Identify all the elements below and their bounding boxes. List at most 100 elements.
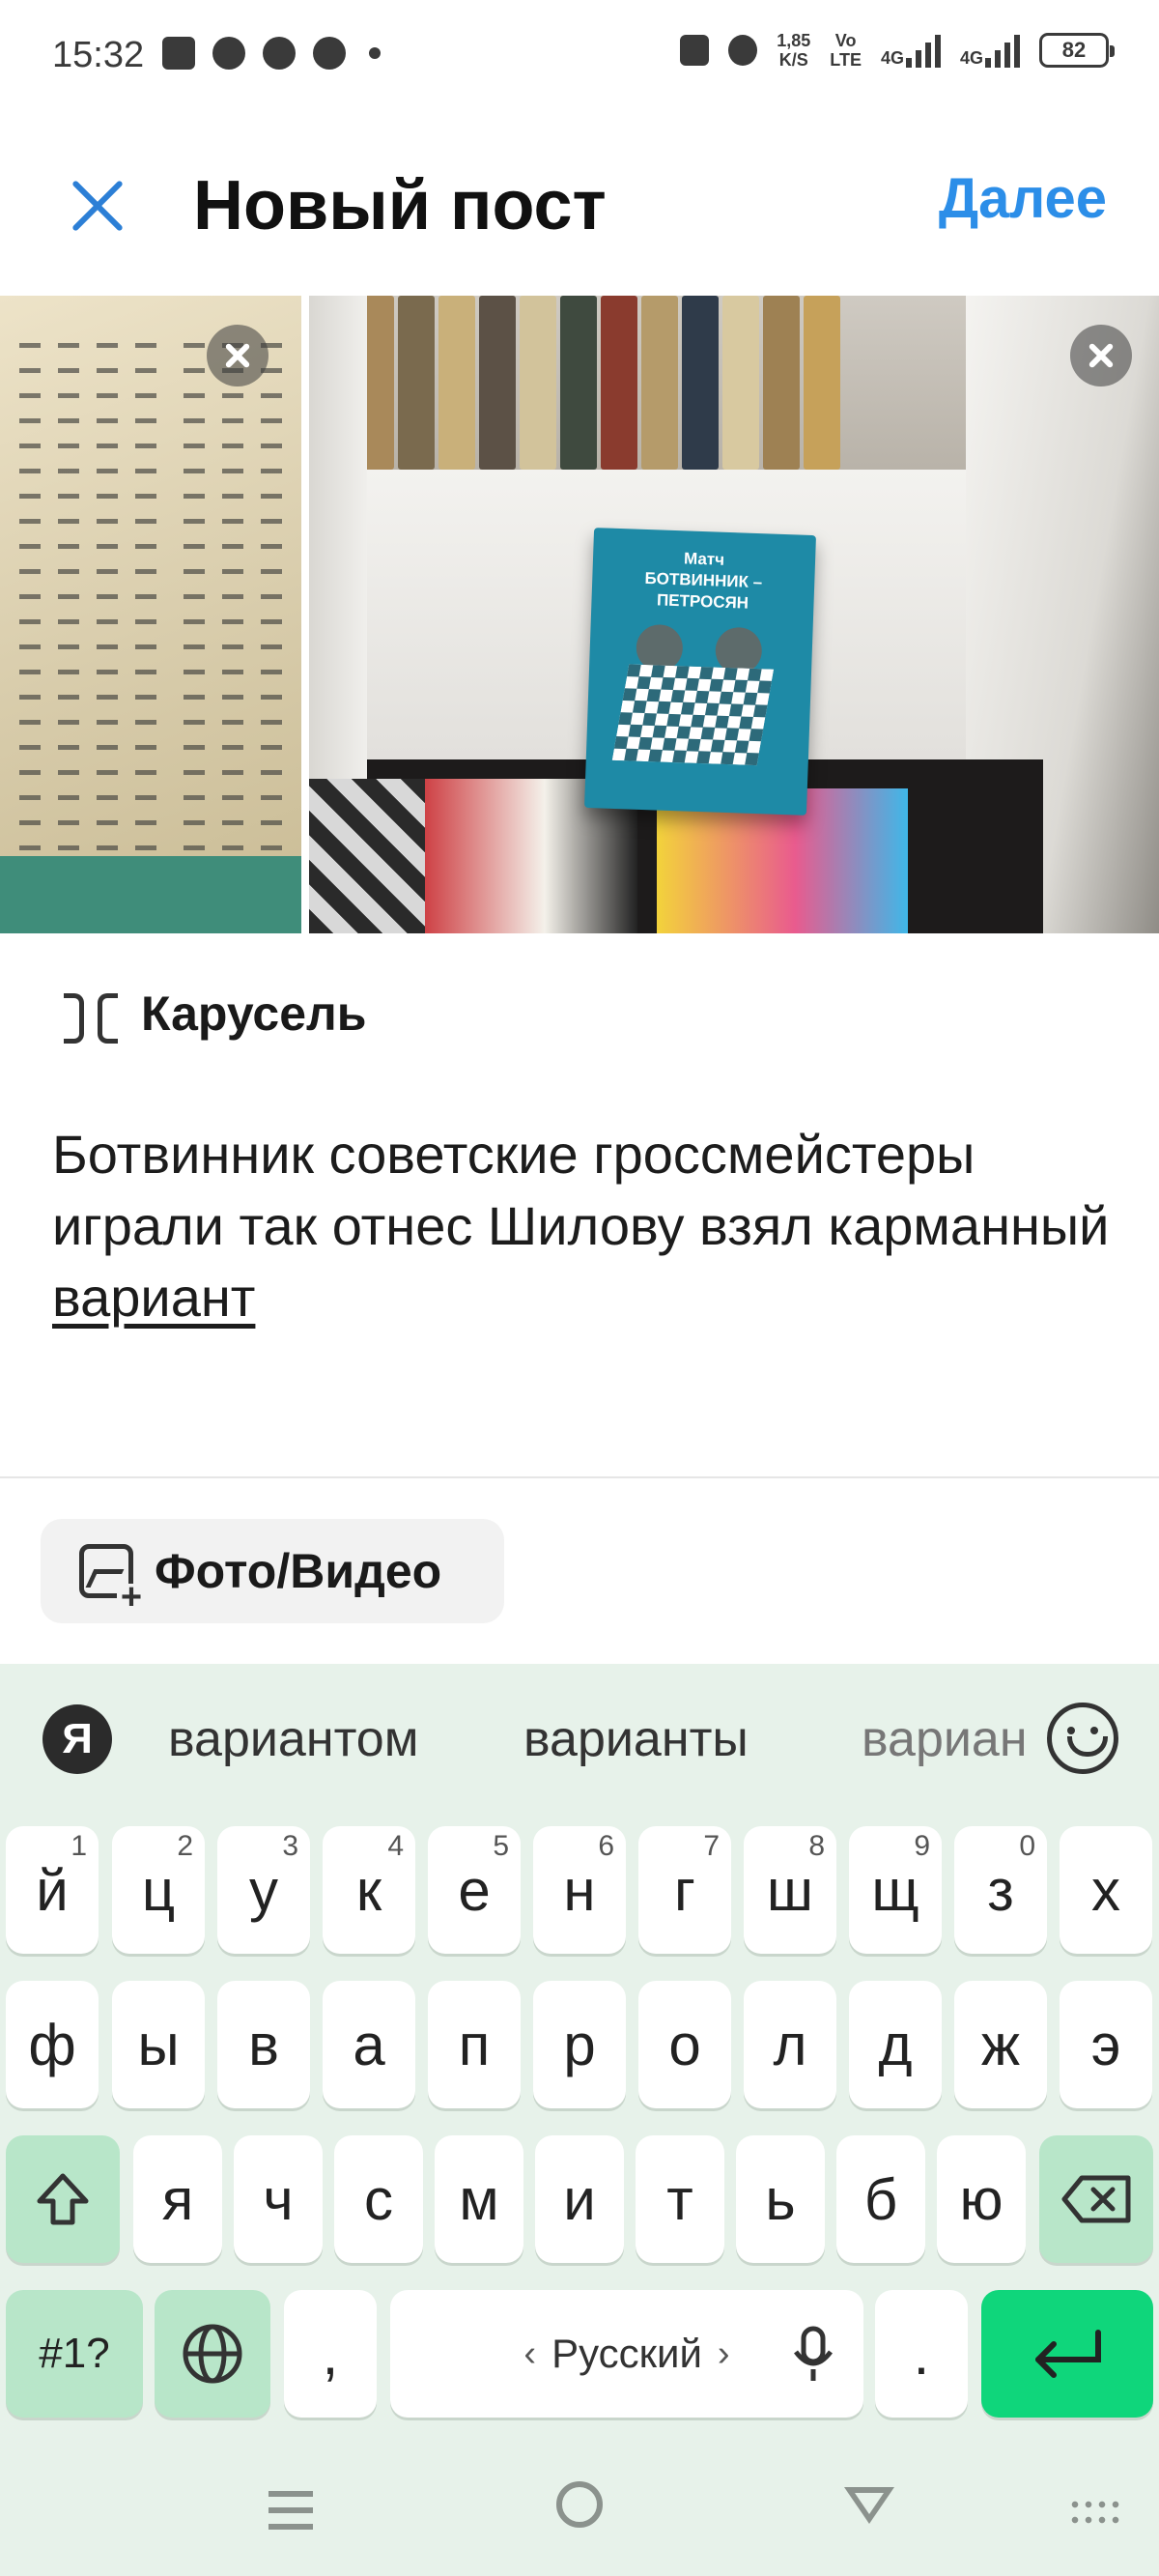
key[interactable]: к4	[323, 1826, 415, 1954]
post-caption-input[interactable]: Ботвинник советские гроссмейстеры играли…	[52, 1119, 1115, 1333]
key-hint: 9	[914, 1830, 930, 1862]
key[interactable]: в	[217, 1981, 310, 2108]
chat-icon	[263, 37, 296, 70]
photo-thumbnail-chess-notation[interactable]	[0, 296, 301, 933]
suggestion-item[interactable]: варианты	[523, 1710, 749, 1768]
network-speed: 1,85 K/S	[777, 31, 810, 70]
suggestion-item[interactable]: вариан	[862, 1710, 1028, 1768]
book-cover: Матч БОТВИННИК – ПЕТРОСЯН	[584, 528, 816, 816]
photo-carousel[interactable]: Матч БОТВИННИК – ПЕТРОСЯН	[0, 296, 1159, 933]
key[interactable]: з0	[954, 1826, 1047, 1954]
shift-icon	[37, 2173, 89, 2225]
key[interactable]: а	[323, 1981, 415, 2108]
remove-photo-button[interactable]	[1070, 325, 1132, 386]
keyboard-switch-icon[interactable]	[1068, 2497, 1122, 2528]
key[interactable]: л	[744, 1981, 836, 2108]
emoji-icon[interactable]	[1047, 1703, 1118, 1774]
key[interactable]: с	[334, 2135, 423, 2263]
carousel-label: Карусель	[141, 987, 367, 1041]
key[interactable]: ю	[937, 2135, 1026, 2263]
sim1-signal: 4G	[881, 33, 941, 68]
network-speed-unit: K/S	[778, 50, 808, 70]
microphone-icon[interactable]	[792, 2325, 834, 2383]
symbols-key[interactable]: #1?	[6, 2290, 143, 2418]
page-title: Новый пост	[193, 167, 607, 244]
chevron-right-icon: ›	[717, 2333, 730, 2374]
key[interactable]: б	[836, 2135, 925, 2263]
comma-key[interactable]: ,	[284, 2290, 377, 2418]
symbols-key-label: #1?	[39, 2330, 110, 2377]
key[interactable]: ж	[954, 1981, 1047, 2108]
home-icon[interactable]	[556, 2481, 603, 2528]
back-icon[interactable]	[844, 2487, 894, 2524]
key[interactable]: е5	[428, 1826, 521, 1954]
next-button[interactable]: Далее	[939, 166, 1107, 231]
status-time: 15:32	[52, 35, 145, 75]
volte-top: Vo	[834, 31, 857, 50]
key[interactable]: й1	[6, 1826, 99, 1954]
recent-apps-icon[interactable]	[269, 2491, 313, 2530]
key[interactable]: м	[435, 2135, 523, 2263]
key[interactable]: п	[428, 1981, 521, 2108]
signal-icon	[905, 33, 941, 68]
key-label: г	[674, 1857, 695, 1923]
close-icon[interactable]	[62, 170, 131, 240]
key[interactable]: ь	[736, 2135, 825, 2263]
sim2-label: 4G	[959, 48, 983, 68]
key[interactable]: р	[533, 1981, 626, 2108]
key[interactable]: и	[535, 2135, 624, 2263]
key-hint: 5	[493, 1830, 509, 1862]
key-label: щ	[871, 1857, 919, 1923]
globe-icon	[183, 2324, 242, 2384]
shift-key[interactable]	[6, 2135, 120, 2263]
backspace-icon	[1061, 2175, 1131, 2223]
key[interactable]: э	[1060, 1981, 1152, 2108]
key-label: к	[355, 1857, 382, 1923]
nfc-icon	[680, 35, 710, 66]
key[interactable]: ф	[6, 1981, 99, 2108]
key[interactable]: щ9	[849, 1826, 942, 1954]
book-cover-title: Матч БОТВИННИК – ПЕТРОСЯН	[644, 549, 763, 613]
key-label: з	[987, 1857, 1014, 1923]
volte-indicator: Vo LTE	[830, 31, 862, 70]
sim1-label: 4G	[880, 48, 904, 68]
carousel-toggle[interactable]: Карусель	[64, 986, 367, 1044]
chevron-left-icon: ‹	[523, 2333, 537, 2374]
top-app-bar: Новый пост Далее	[0, 135, 1159, 280]
add-photo-icon	[79, 1544, 146, 1613]
app-notification-icon	[313, 37, 346, 70]
enter-icon	[1035, 2330, 1101, 2378]
sim2-signal: 4G	[960, 33, 1020, 68]
remove-photo-button[interactable]	[207, 325, 269, 386]
key[interactable]: ч	[234, 2135, 323, 2263]
key[interactable]: х	[1060, 1826, 1152, 1954]
volte-bottom: LTE	[830, 50, 862, 70]
key[interactable]: ц2	[112, 1826, 205, 1954]
yandex-logo-icon[interactable]: Я	[42, 1704, 112, 1774]
add-media-label: Фото/Видео	[155, 1544, 442, 1598]
caption-text: Ботвинник советские гроссмейстеры играли…	[52, 1124, 1110, 1256]
signal-icon	[985, 33, 1020, 68]
mute-icon	[728, 35, 758, 66]
add-media-button[interactable]: Фото/Видео	[41, 1519, 504, 1623]
key-hint: 2	[177, 1830, 193, 1862]
carousel-icon	[64, 989, 118, 1044]
keyboard: Я вариантом варианты вариан й1 ц2 у3 к4 …	[0, 1664, 1159, 2576]
period-key[interactable]: .	[875, 2290, 968, 2418]
space-key[interactable]: ‹ Русский ›	[390, 2290, 863, 2418]
more-notifications-icon	[369, 47, 381, 59]
key[interactable]: т	[636, 2135, 724, 2263]
key[interactable]: ш8	[744, 1826, 836, 1954]
backspace-key[interactable]	[1039, 2135, 1153, 2263]
enter-key[interactable]	[981, 2290, 1153, 2418]
key[interactable]: д	[849, 1981, 942, 2108]
language-key[interactable]	[155, 2290, 270, 2418]
key[interactable]: н6	[533, 1826, 626, 1954]
suggestion-item[interactable]: вариантом	[168, 1710, 418, 1768]
key[interactable]: я	[133, 2135, 222, 2263]
key[interactable]: г7	[638, 1826, 731, 1954]
key[interactable]: у3	[217, 1826, 310, 1954]
key[interactable]: ы	[112, 1981, 205, 2108]
key[interactable]: о	[638, 1981, 731, 2108]
photo-thumbnail-bookshelf[interactable]: Матч БОТВИННИК – ПЕТРОСЯН	[309, 296, 1159, 933]
